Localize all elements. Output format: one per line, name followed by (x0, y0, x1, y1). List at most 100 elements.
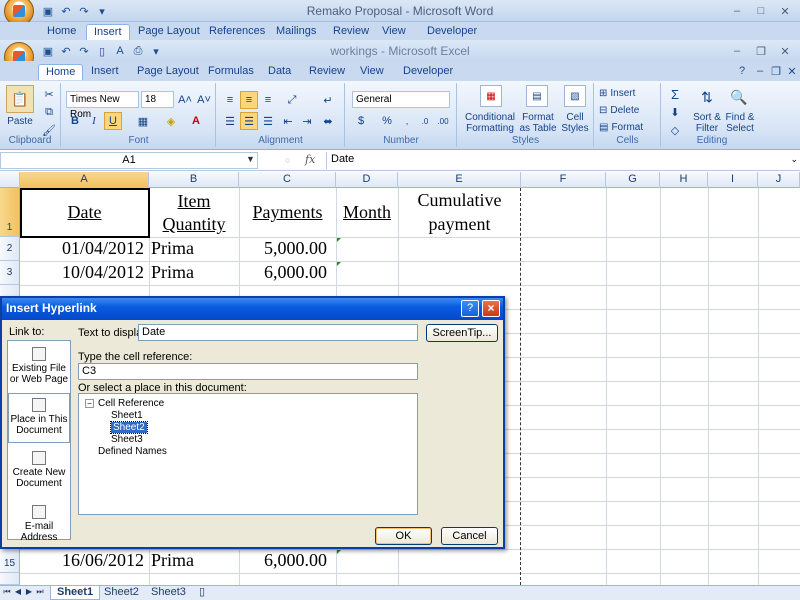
link-email-address-button[interactable]: E-mail Address (8, 505, 70, 543)
help-button[interactable]: ? (461, 300, 479, 317)
tree-node-sheet2[interactable]: Sheet2 (110, 421, 148, 434)
tree-node-defined-names[interactable]: Defined Names (98, 446, 167, 457)
name-box[interactable]: A1 (0, 152, 258, 169)
ribbon-restore-icon[interactable]: ❐ (768, 63, 784, 79)
dialog-close-button[interactable]: × (482, 300, 500, 317)
percent-button[interactable]: % (378, 112, 396, 130)
cell-a2-date[interactable]: 01/04/2012 (20, 238, 144, 259)
formula-input[interactable]: Date (326, 152, 786, 169)
insert-cells-button[interactable]: ⊞ Insert (599, 86, 657, 100)
cell-styles-button[interactable]: Cell Styles (558, 111, 592, 135)
cell-b15-item[interactable]: Prima (151, 550, 194, 571)
bold-button[interactable]: B (66, 112, 84, 130)
conditional-formatting-button[interactable]: Conditional Formatting (460, 111, 520, 135)
close-icon[interactable]: ✕ (774, 43, 796, 59)
name-box-dropdown-icon[interactable]: ▼ (246, 154, 255, 164)
cell-b3-item[interactable]: Prima (151, 262, 194, 283)
sort-filter-button[interactable]: Sort & Filter (690, 111, 724, 135)
link-create-new-document-button[interactable]: Create New Document (8, 451, 70, 489)
insert-sheet-icon[interactable]: ▯ (193, 586, 211, 600)
column-header-f[interactable]: F (521, 172, 606, 188)
paste-button[interactable]: Paste (2, 115, 38, 127)
tree-node-cell-reference[interactable]: − Cell Reference (85, 398, 164, 409)
cell-b1-item-quantity[interactable]: Item Quantity (149, 190, 239, 236)
screentip-button[interactable]: ScreenTip... (426, 324, 498, 342)
cell-a3-date[interactable]: 10/04/2012 (20, 262, 144, 283)
merge-center-icon[interactable]: ⬌ (319, 112, 337, 130)
increase-indent-icon[interactable]: ⇥ (298, 112, 316, 130)
close-icon[interactable]: ✕ (774, 3, 796, 19)
expand-formula-bar-icon[interactable]: ⌄ (790, 154, 798, 165)
maximize-icon[interactable]: □ (750, 3, 772, 19)
format-cells-button[interactable]: ▤ Format (599, 120, 657, 134)
font-name-box[interactable]: Times New Rom (66, 91, 139, 120)
help-icon[interactable]: ? (734, 63, 750, 79)
word-tab-references[interactable]: References (202, 24, 272, 40)
cell-c15-payment[interactable]: 6,000.00 (239, 550, 327, 571)
copy-icon[interactable]: ⧉ (40, 103, 58, 121)
sheet-tab-sheet1[interactable]: Sheet1 (50, 586, 101, 600)
decrease-decimal-icon[interactable]: .00 (434, 112, 452, 130)
word-tab-review[interactable]: Review (326, 24, 376, 40)
cell-styles-icon[interactable]: ▧ (564, 85, 586, 107)
column-header-b[interactable]: B (149, 172, 239, 188)
word-tab-developer[interactable]: Developer (420, 24, 484, 40)
row-header-16[interactable] (0, 573, 20, 585)
cell-reference-input[interactable]: C3 (78, 363, 418, 380)
word-tab-insert[interactable]: Insert (86, 24, 130, 40)
column-header-e[interactable]: E (398, 172, 521, 188)
tree-node-sheet1[interactable]: Sheet1 (111, 410, 143, 421)
column-header-g[interactable]: G (606, 172, 660, 188)
align-bottom-icon[interactable]: ≡ (259, 91, 277, 109)
column-header-c[interactable]: C (239, 172, 336, 188)
text-to-display-input[interactable]: Date (138, 324, 418, 341)
format-as-table-icon[interactable]: ▤ (526, 85, 548, 107)
shrink-font-icon[interactable]: A˅ (195, 91, 213, 109)
cell-e1-cumulative-payment[interactable]: Cumulative payment (398, 188, 521, 236)
select-all-corner[interactable] (0, 172, 20, 188)
first-sheet-icon[interactable]: ⏮ (2, 587, 12, 599)
excel-tab-developer[interactable]: Developer (396, 64, 460, 80)
excel-tab-insert[interactable]: Insert (84, 64, 126, 80)
increase-decimal-icon[interactable]: .0 (416, 112, 434, 130)
cell-c3-payment[interactable]: 6,000.00 (239, 262, 327, 283)
excel-tab-data[interactable]: Data (261, 64, 298, 80)
grow-font-icon[interactable]: A˄ (176, 91, 194, 109)
excel-tab-home[interactable]: Home (38, 64, 84, 80)
ribbon-minimize-icon[interactable]: – (752, 63, 768, 79)
collapse-icon[interactable]: − (85, 398, 94, 408)
last-sheet-icon[interactable]: ⏭ (35, 587, 45, 599)
cell-b2-item[interactable]: Prima (151, 238, 194, 259)
insert-function-button[interactable]: fx (305, 153, 315, 166)
font-color-icon[interactable]: A (187, 112, 205, 130)
decrease-indent-icon[interactable]: ⇤ (279, 112, 297, 130)
word-tab-mailings[interactable]: Mailings (269, 24, 323, 40)
borders-icon[interactable]: ▦ (134, 112, 152, 130)
cancel-button[interactable]: Cancel (441, 527, 498, 545)
column-header-h[interactable]: H (660, 172, 708, 188)
align-middle-icon[interactable]: ≡ (240, 91, 258, 109)
font-size-box[interactable]: 18 (141, 91, 174, 108)
column-header-j[interactable]: J (758, 172, 800, 188)
excel-tab-view[interactable]: View (353, 64, 391, 80)
minimize-icon[interactable]: – (726, 43, 748, 59)
format-as-table-button[interactable]: Format as Table (518, 111, 558, 135)
wrap-text-icon[interactable]: ↵ (319, 91, 337, 109)
sheet-tab-sheet2[interactable]: Sheet2 (98, 586, 145, 600)
excel-tab-page-layout[interactable]: Page Layout (130, 64, 206, 80)
cell-a15-date[interactable]: 16/06/2012 (20, 550, 144, 571)
column-header-d[interactable]: D (336, 172, 398, 188)
fill-icon[interactable]: ⬇ (666, 103, 684, 121)
word-tab-view[interactable]: View (375, 24, 413, 40)
cut-icon[interactable]: ✂ (40, 85, 58, 103)
italic-button[interactable]: I (85, 112, 103, 130)
link-existing-file-button[interactable]: Existing File or Web Page (8, 347, 70, 385)
conditional-formatting-icon[interactable]: ▦ (480, 85, 502, 107)
tree-node-sheet3[interactable]: Sheet3 (111, 434, 143, 445)
ok-button[interactable]: OK (375, 527, 432, 545)
word-tab-home[interactable]: Home (40, 24, 83, 40)
comma-style-icon[interactable]: , (398, 112, 416, 130)
fill-color-icon[interactable]: ◈ (162, 112, 180, 130)
sort-filter-icon[interactable]: ⇅ (696, 86, 718, 108)
autosum-icon[interactable]: Σ (666, 85, 684, 103)
